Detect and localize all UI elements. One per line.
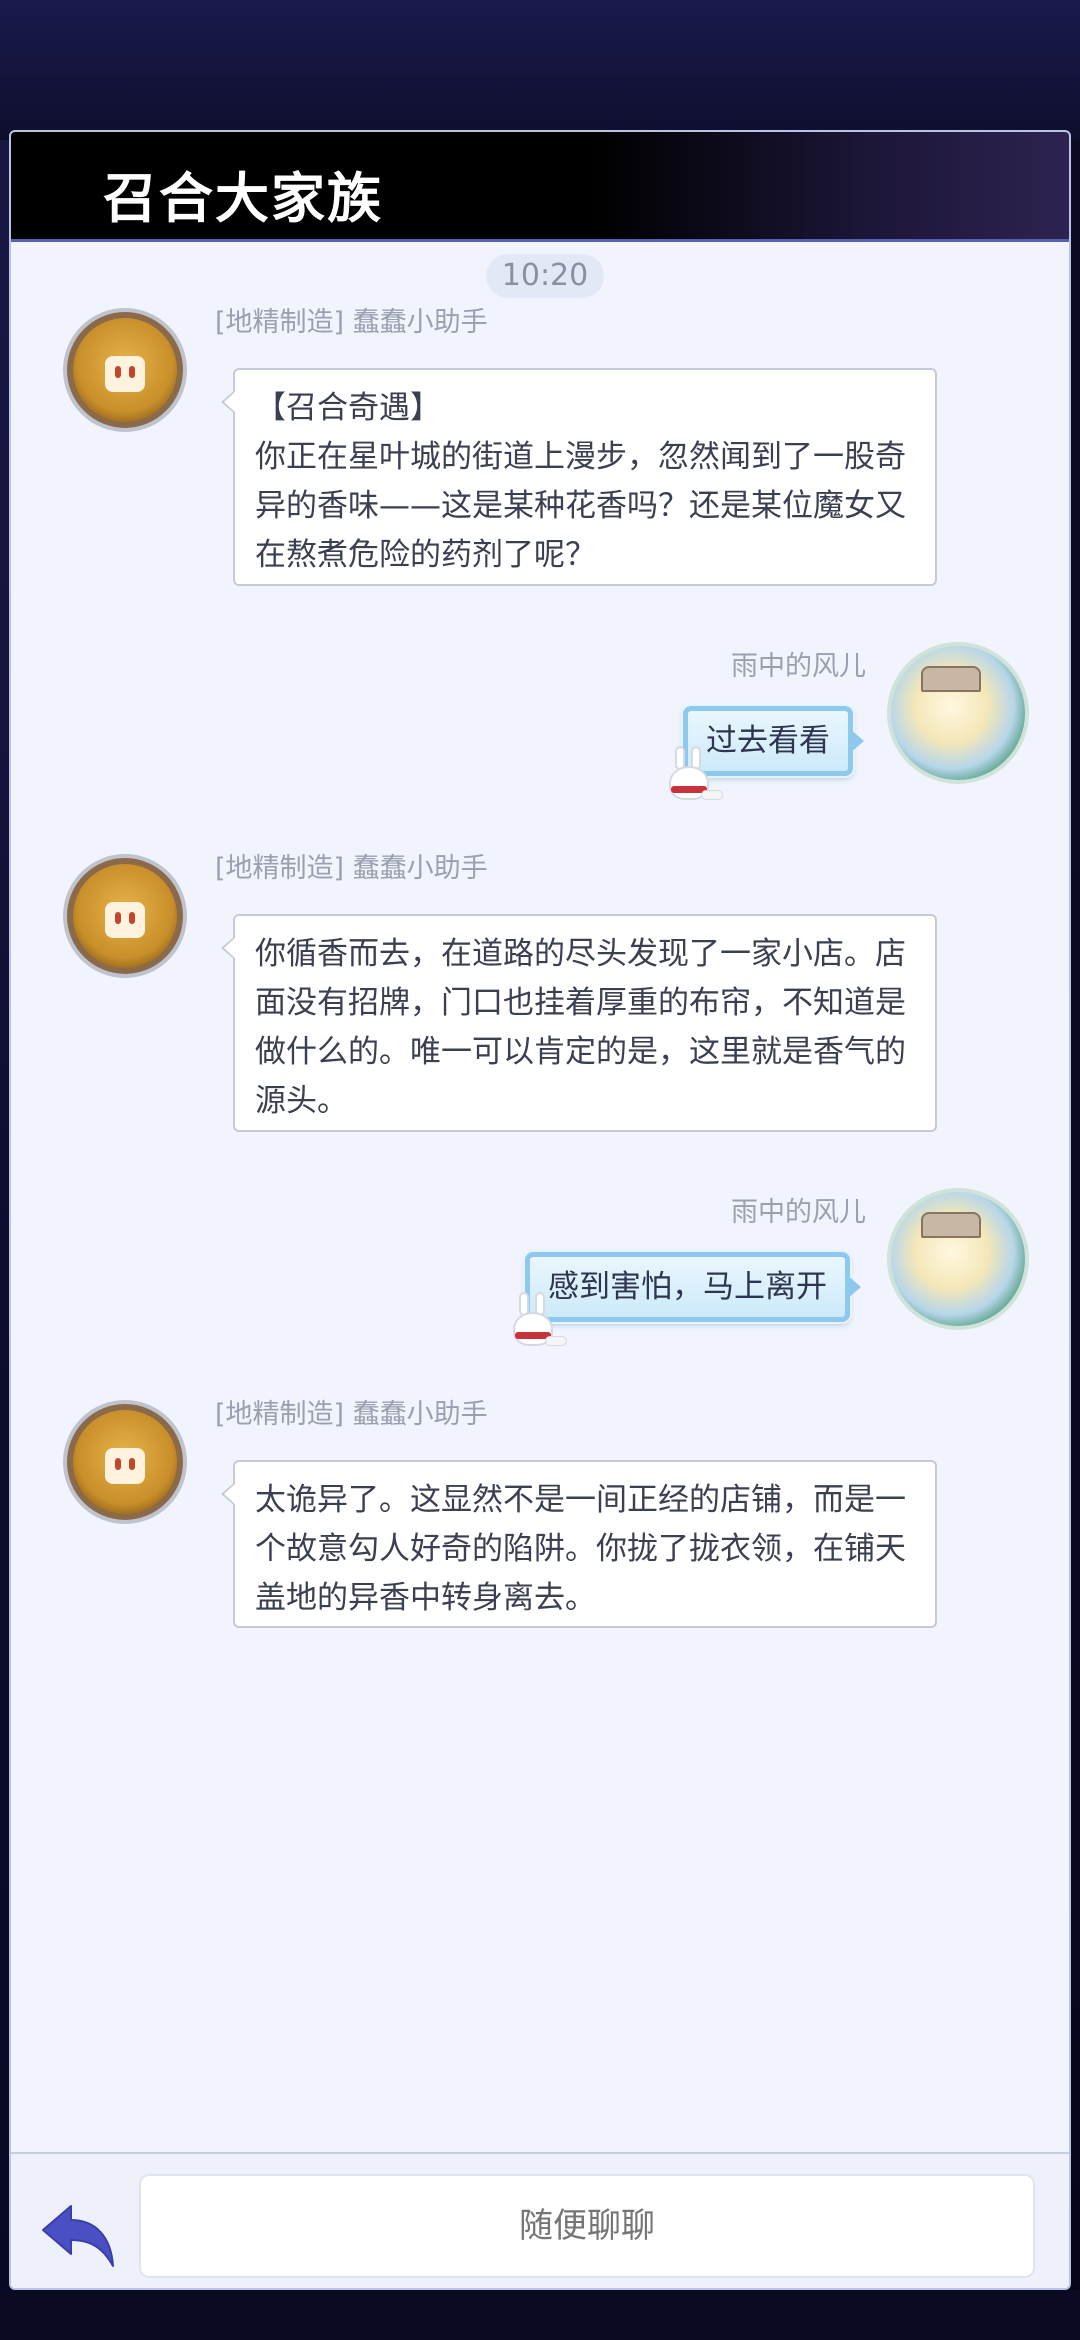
avatar-crown xyxy=(921,1212,981,1238)
panel-header: 召合大家族 xyxy=(11,132,1069,242)
bot-avatar-face xyxy=(105,1448,145,1484)
avatar-crown xyxy=(921,666,981,692)
message-line: 在熬煮危险的药剂了呢？ xyxy=(255,537,596,573)
message-line: 盖地的异香中转身离去。 xyxy=(255,1580,596,1616)
bot-avatar[interactable] xyxy=(63,854,187,978)
bot-avatar-face xyxy=(105,356,145,392)
bot-avatar[interactable] xyxy=(63,1400,187,1524)
background-top xyxy=(0,0,1080,140)
message-line: 面没有招牌，门口也挂着厚重的布帘，不知道是 xyxy=(255,985,906,1021)
message-bubble-user: 感到害怕，马上离开 xyxy=(525,1252,861,1322)
sender-name: [地精制造] 蠢蠢小助手 xyxy=(215,307,488,338)
sender-name: [地精制造] 蠢蠢小助手 xyxy=(215,853,488,884)
message-bubble-bot: 你循香而去，在道路的尽头发现了一家小店。店 面没有招牌，门口也挂着厚重的布帘，不… xyxy=(221,914,937,1132)
sender-name: 雨中的风儿 xyxy=(731,651,866,682)
bot-avatar[interactable] xyxy=(63,308,187,432)
user-avatar[interactable] xyxy=(887,1188,1029,1330)
message-line: 太诡异了。这显然不是一间正经的店铺，而是一 xyxy=(255,1482,906,1518)
message-bubble-bot: 太诡异了。这显然不是一间正经的店铺，而是一 个故意勾人好奇的陷阱。你拢了拢衣领，… xyxy=(221,1460,937,1628)
message-bubble-bot: 【召合奇遇】 你正在星叶城的街道上漫步，忽然闻到了一股奇 异的香味——这是某种花… xyxy=(221,368,937,586)
message-line: 你循香而去，在道路的尽头发现了一家小店。店 xyxy=(255,936,906,972)
chat-footer xyxy=(11,2152,1069,2288)
message-line: 个故意勾人好奇的陷阱。你拢了拢衣领，在铺天 xyxy=(255,1531,906,1567)
background-bottom xyxy=(0,2290,1080,2340)
back-arrow-icon[interactable] xyxy=(33,2196,123,2276)
page-title: 召合大家族 xyxy=(103,166,383,230)
bot-avatar-face xyxy=(105,902,145,938)
chat-panel: 召合大家族 10:20 [地精制造] 蠢蠢小助手 【召合奇遇】 你正在星叶城的街… xyxy=(9,130,1071,2290)
bunny-sticker-icon xyxy=(505,1290,567,1352)
message-line: 你正在星叶城的街道上漫步，忽然闻到了一股奇 xyxy=(255,439,906,475)
sender-name: [地精制造] 蠢蠢小助手 xyxy=(215,1399,488,1430)
message-line: 做什么的。唯一可以肯定的是，这里就是香气的 xyxy=(255,1034,906,1070)
chat-input[interactable] xyxy=(139,2174,1035,2278)
message-line: 【召合奇遇】 xyxy=(255,390,441,426)
sender-name: 雨中的风儿 xyxy=(731,1197,866,1228)
message-line: 异的香味——这是某种花香吗？还是某位魔女又 xyxy=(255,488,906,524)
message-line: 源头。 xyxy=(255,1083,348,1119)
timestamp-pill: 10:20 xyxy=(486,254,604,298)
user-avatar[interactable] xyxy=(887,642,1029,784)
bunny-sticker-icon xyxy=(661,744,723,806)
